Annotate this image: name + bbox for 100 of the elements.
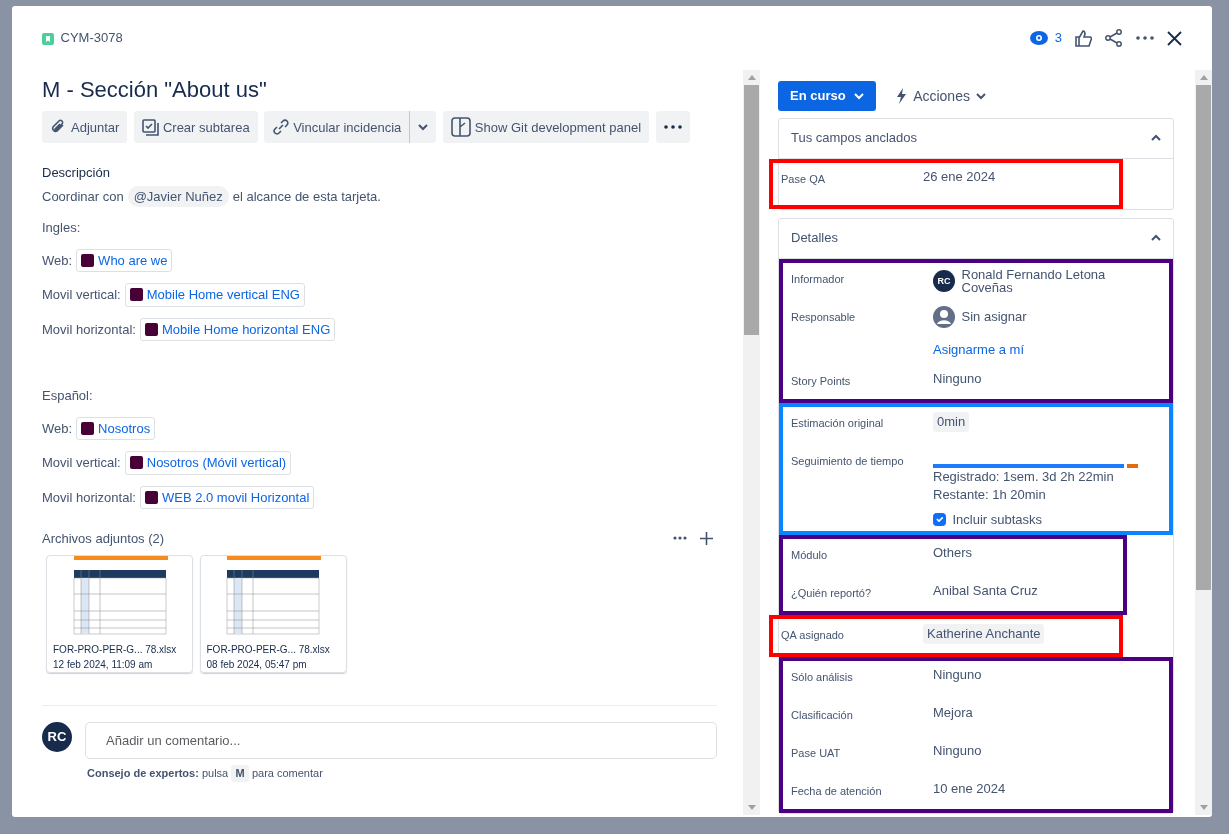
share-icon[interactable] [1105, 29, 1123, 47]
checkbox-icon [141, 118, 159, 136]
file-icon [144, 322, 158, 336]
field-label: Web: [42, 251, 73, 270]
file-icon [81, 253, 95, 267]
field-label: Responsable [791, 309, 857, 325]
more-icon[interactable] [673, 536, 687, 541]
file-icon [81, 421, 95, 435]
section-heading: Archivos adjuntos (2) [42, 529, 165, 548]
field-label: Web: [42, 419, 73, 438]
field-value: Mejora [933, 705, 973, 721]
more-icon [663, 125, 682, 130]
field-label: Pase QA [781, 171, 827, 187]
field-value: Others [933, 545, 972, 561]
field-label: Informador [791, 271, 846, 287]
comment-field[interactable]: Añadir un comentario... [85, 721, 717, 759]
watch-icon[interactable] [1030, 31, 1049, 45]
avatar-placeholder-icon [933, 305, 955, 328]
field-label: Story Points [791, 373, 852, 389]
field-value: 0min [933, 411, 970, 433]
field-label: Fecha de atención [791, 784, 883, 800]
file-icon [129, 288, 143, 302]
field-value: Ronald Fernando Letona Coveñas [961, 267, 1107, 295]
mention-tag[interactable]: @Javier Nuñez [127, 185, 229, 208]
link-button[interactable]: Vincular incidencia [264, 111, 410, 144]
link-icon [272, 118, 290, 136]
scrollbar[interactable] [1195, 70, 1212, 815]
panel-title: Tus campos anclados [791, 129, 917, 148]
user-avatar: RC [42, 721, 72, 752]
file-icon [129, 456, 143, 470]
field-label: Pase UAT [791, 746, 842, 762]
caret-icon [853, 92, 864, 100]
description-text: Coordinar con [42, 187, 124, 206]
chevron-icon[interactable] [1151, 134, 1161, 142]
field-value: 26 ene 2024 [923, 168, 996, 184]
dropdown-button[interactable] [409, 111, 437, 144]
attachment-card[interactable]: FOR-PRO-PER-G... 78.xlsx 08 feb 2024, 05:47 pm [199, 554, 347, 673]
field-value: Ninguno [933, 370, 982, 386]
tip-text: para comentar [251, 766, 323, 782]
lightning-icon [894, 88, 907, 104]
scrollbar[interactable] [743, 70, 760, 815]
add-icon[interactable] [700, 531, 713, 545]
file-icon [144, 490, 158, 504]
file-date: 08 feb 2024, 05:47 pm [206, 657, 308, 672]
field-label: Movil horizontal: [42, 320, 136, 339]
design-link[interactable]: Mobile Home horizontal ENG [139, 317, 336, 342]
field-label: QA asignado [781, 628, 845, 644]
design-link[interactable]: Who are we [76, 248, 173, 273]
file-name: FOR-PRO-PER-G... 78.xlsx [206, 642, 331, 657]
field-label: Módulo [791, 548, 829, 564]
file-name: FOR-PRO-PER-G... 78.xlsx [53, 642, 178, 657]
attachment-card[interactable]: FOR-PRO-PER-G... 78.xlsx 12 feb 2024, 11:09 am [46, 554, 193, 673]
field-value: Sin asignar [961, 307, 1027, 326]
story-icon [42, 32, 54, 45]
field-label: Sólo análisis [791, 670, 854, 686]
field-label: ¿Quién reportó? [791, 586, 873, 602]
design-link[interactable]: Nosotros [76, 416, 156, 441]
field-label: Movil horizontal: [42, 488, 136, 507]
panel-title: Detalles [791, 229, 838, 248]
description-text: Español: [42, 387, 94, 406]
field-value: Registrado: 1sem. 3d 2h 22min [933, 467, 1115, 486]
thumbs-up-icon[interactable] [1075, 29, 1092, 47]
field-label: Seguimiento de tiempo [791, 453, 905, 469]
description-text: el alcance de esta tarjeta. [232, 187, 381, 206]
close-icon[interactable] [1167, 30, 1182, 46]
field-value: Ninguno [933, 743, 982, 759]
field-label: Clasificación [791, 708, 854, 724]
chevron-icon[interactable] [1151, 234, 1161, 242]
tip-text: Consejo de expertos: pulsa [87, 766, 229, 782]
key-hint: M [231, 765, 249, 782]
more-icon[interactable] [1136, 36, 1154, 40]
section-heading: Descripción [42, 163, 111, 182]
assign-link[interactable]: Asignarme a mí [933, 340, 1025, 359]
panel-icon [450, 117, 471, 138]
watcher-count[interactable]: 3 [1054, 28, 1062, 48]
design-link[interactable]: WEB 2.0 movil Horizontal [139, 485, 315, 510]
field-label: Movil vertical: [42, 454, 121, 473]
field-value: Katherine Anchante [923, 624, 1045, 645]
field-value: Ninguno [933, 667, 982, 683]
field-value: 10 ene 2024 [933, 781, 1006, 797]
field-value: Restante: 1h 20min [933, 486, 1047, 505]
field-label: Movil vertical: [42, 286, 121, 305]
issue-key[interactable]: CYM-3078 [60, 28, 123, 48]
checkbox[interactable] [933, 513, 946, 527]
actions-dropdown[interactable]: Acciones [888, 81, 993, 111]
caret-icon [418, 123, 429, 131]
checkbox-option[interactable]: Incluir subtasks [933, 510, 1161, 530]
status-dropdown[interactable]: En curso [778, 81, 876, 111]
issue-title: M - Sección "About us" [42, 77, 268, 104]
field-value: Anibal Santa Cruz [933, 583, 1038, 599]
design-link[interactable]: Nosotros (Móvil vertical) [124, 451, 292, 475]
field-label: Estimación original [791, 415, 885, 431]
more-button[interactable] [655, 111, 690, 144]
file-date: 12 feb 2024, 11:09 am [53, 657, 154, 672]
caret-icon [976, 92, 987, 100]
subtask-button[interactable]: Crear subtarea [133, 111, 258, 144]
git-panel-button[interactable]: Show Git development panel [442, 111, 650, 144]
description-text: Ingles: [42, 219, 82, 238]
attach-button[interactable]: Adjuntar [42, 111, 128, 144]
design-link[interactable]: Mobile Home vertical ENG [124, 283, 305, 307]
